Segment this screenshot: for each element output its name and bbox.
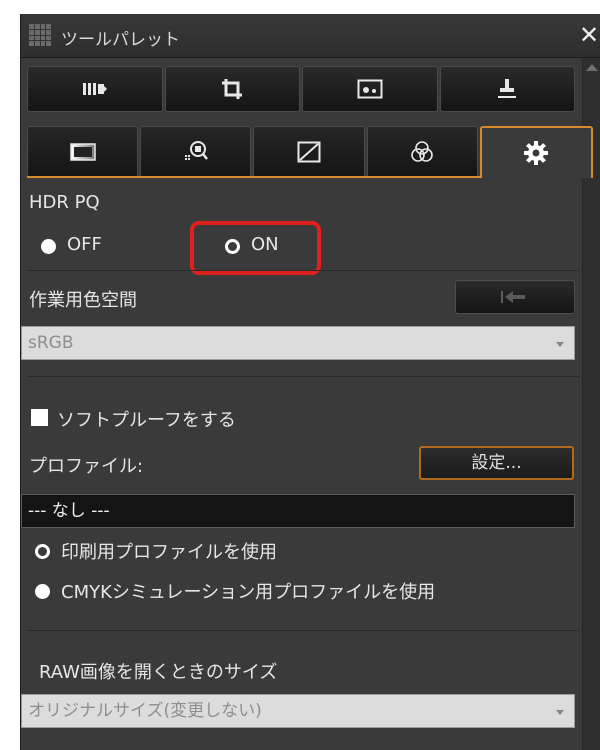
histogram-panel-button[interactable] bbox=[27, 66, 163, 112]
scroll-up-arrow-icon[interactable] bbox=[586, 64, 598, 71]
curve-icon bbox=[297, 141, 321, 162]
softproof-checkbox[interactable] bbox=[31, 409, 48, 426]
hdr-off-label[interactable]: OFF bbox=[67, 234, 102, 255]
tool-palette-window: ツールパレット ✕ HDR PQ OFF ON 作業用色空間 sRGB ソフトプ… bbox=[20, 14, 600, 750]
tab-curve[interactable] bbox=[253, 126, 365, 176]
divider bbox=[27, 270, 579, 271]
print-profile-radio[interactable] bbox=[35, 544, 50, 559]
color-balance-icon bbox=[411, 140, 434, 162]
softproof-checkbox-label[interactable]: ソフトプルーフをする bbox=[57, 406, 236, 432]
profile-label: プロファイル: bbox=[29, 456, 144, 477]
stamp-icon bbox=[498, 79, 517, 98]
cmyk-profile-label[interactable]: CMYKシミュレーション用プロファイルを使用 bbox=[61, 578, 435, 604]
hdr-on-radio[interactable] bbox=[225, 239, 240, 254]
raw-size-select-value: オリジナルサイズ(変更しない) bbox=[28, 701, 262, 721]
tab-color-pick[interactable] bbox=[140, 126, 252, 176]
image-mask-button[interactable] bbox=[302, 66, 438, 112]
raw-size-label: RAW画像を開くときのサイズ bbox=[39, 662, 278, 683]
tool-button-row bbox=[27, 66, 575, 112]
workspace-color-space-select[interactable]: sRGB bbox=[21, 326, 575, 360]
reset-button[interactable] bbox=[455, 280, 575, 314]
chevron-down-icon bbox=[556, 710, 564, 715]
chevron-down-icon bbox=[556, 342, 564, 347]
crop-icon bbox=[222, 79, 243, 99]
print-profile-label[interactable]: 印刷用プロファイルを使用 bbox=[61, 538, 277, 564]
divider bbox=[27, 630, 579, 631]
color-pick-icon bbox=[184, 140, 208, 160]
profile-settings-button[interactable]: 設定... bbox=[419, 446, 574, 480]
close-icon[interactable]: ✕ bbox=[579, 20, 600, 50]
divider bbox=[27, 376, 579, 377]
tab-settings[interactable] bbox=[479, 126, 594, 178]
histogram-panel-icon bbox=[82, 83, 107, 95]
workspace-select-value: sRGB bbox=[28, 333, 74, 353]
palette-tabs bbox=[27, 126, 594, 178]
hdr-on-label[interactable]: ON bbox=[251, 234, 279, 255]
stamp-button[interactable] bbox=[439, 66, 575, 112]
window-title: ツールパレット bbox=[61, 30, 180, 50]
cmyk-profile-radio[interactable] bbox=[35, 584, 50, 599]
tab-color-balance[interactable] bbox=[366, 126, 478, 176]
hdr-pq-label: HDR PQ bbox=[29, 192, 100, 213]
image-mask-icon bbox=[357, 79, 383, 99]
raw-size-select[interactable]: オリジナルサイズ(変更しない) bbox=[21, 694, 575, 728]
title-bar[interactable]: ツールパレット ✕ bbox=[21, 14, 600, 58]
reset-icon bbox=[501, 291, 525, 303]
grip-icon[interactable] bbox=[29, 24, 51, 46]
workspace-label: 作業用色空間 bbox=[29, 290, 137, 311]
profile-value-field[interactable]: --- なし --- bbox=[21, 494, 575, 528]
tab-tone[interactable] bbox=[27, 126, 139, 176]
tone-icon bbox=[69, 142, 96, 161]
settings-gear-icon bbox=[524, 141, 549, 165]
hdr-off-radio[interactable] bbox=[41, 239, 56, 254]
crop-button[interactable] bbox=[164, 66, 300, 112]
